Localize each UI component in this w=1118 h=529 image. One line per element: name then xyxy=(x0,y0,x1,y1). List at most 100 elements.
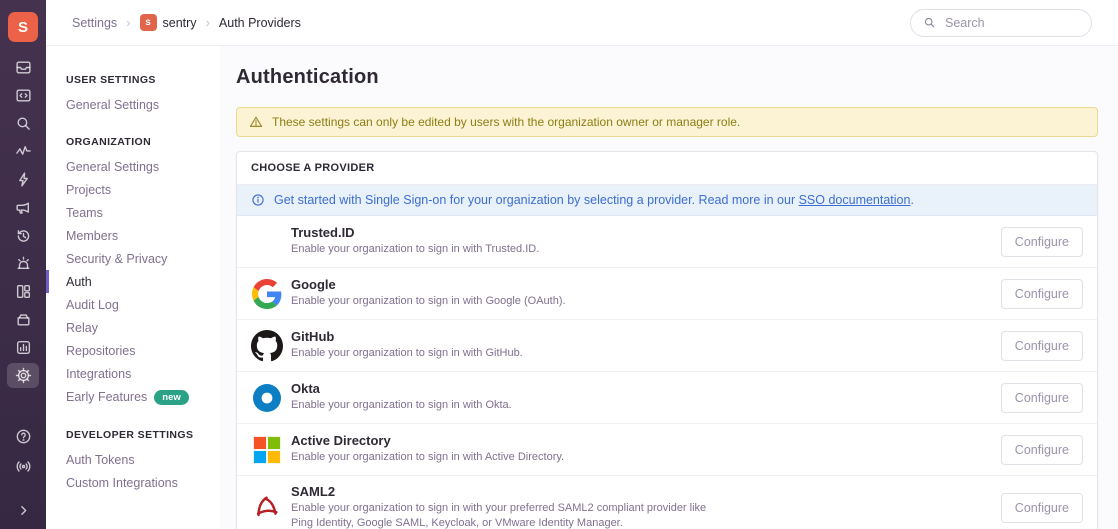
configure-button[interactable]: Configure xyxy=(1001,227,1083,257)
sidebar-item-members[interactable]: Members xyxy=(46,224,220,247)
sidebar-item-teams[interactable]: Teams xyxy=(46,201,220,224)
warning-text: These settings can only be edited by use… xyxy=(272,115,740,129)
releases-icon[interactable] xyxy=(7,307,39,332)
search-icon[interactable] xyxy=(7,111,39,136)
org-avatar: s xyxy=(140,14,157,31)
main-content: Authentication These settings can only b… xyxy=(220,46,1118,529)
sso-documentation-link[interactable]: SSO documentation xyxy=(799,193,911,207)
quick-start-icon[interactable] xyxy=(7,167,39,192)
performance-icon[interactable] xyxy=(7,139,39,164)
provider-row: Okta Enable your organization to sign in … xyxy=(237,372,1097,424)
active-directory-logo-icon xyxy=(251,434,283,466)
google-logo-icon xyxy=(251,278,283,310)
broadcast-icon[interactable] xyxy=(7,454,39,479)
provider-name: GitHub xyxy=(291,329,523,344)
breadcrumb-item[interactable]: Settings xyxy=(72,16,117,30)
rail-main-nav xyxy=(7,55,39,388)
sidebar-item-label: Teams xyxy=(66,206,103,220)
sidebar-item-label: Audit Log xyxy=(66,298,119,312)
configure-button[interactable]: Configure xyxy=(1001,383,1083,413)
provider-name: Google xyxy=(291,277,566,292)
sidebar-item-security-privacy[interactable]: Security & Privacy xyxy=(46,247,220,270)
page-title: Authentication xyxy=(236,66,1098,89)
breadcrumb-separator: › xyxy=(206,15,210,30)
sidebar-item-auth[interactable]: Auth xyxy=(46,270,220,293)
search-input[interactable] xyxy=(943,15,1079,31)
provider-row: Google Enable your organization to sign i… xyxy=(237,268,1097,320)
provider-description: Enable your organization to sign in with… xyxy=(291,294,566,309)
search-box[interactable] xyxy=(910,9,1092,37)
provider-row: Trusted.ID Enable your organization to si… xyxy=(237,216,1097,268)
provider-list: Trusted.ID Enable your organization to si… xyxy=(237,216,1097,529)
provider-description: Enable your organization to sign in with… xyxy=(291,346,523,361)
configure-button[interactable]: Configure xyxy=(1001,331,1083,361)
sidebar-item-label: General Settings xyxy=(66,98,159,112)
provider-row: GitHub Enable your organization to sign i… xyxy=(237,320,1097,372)
provider-name: Active Directory xyxy=(291,433,564,448)
breadcrumb-item[interactable]: Auth Providers xyxy=(219,16,301,30)
sidebar-item-general-settings[interactable]: General Settings xyxy=(46,93,220,116)
sidebar-item-audit-log[interactable]: Audit Log xyxy=(46,293,220,316)
configure-button[interactable]: Configure xyxy=(1001,435,1083,465)
provider-name: Trusted.ID xyxy=(291,225,539,240)
sidebar-item-custom-integrations[interactable]: Custom Integrations xyxy=(46,471,220,494)
configure-button[interactable]: Configure xyxy=(1001,493,1083,523)
panel-header: CHOOSE A PROVIDER xyxy=(237,152,1097,185)
collapse-icon[interactable] xyxy=(7,498,39,523)
feedback-icon[interactable] xyxy=(7,195,39,220)
provider-description: Enable your organization to sign in with… xyxy=(291,398,512,413)
sidebar-item-label: Members xyxy=(66,229,118,243)
sidebar-item-label: Integrations xyxy=(66,367,131,381)
sidebar-item-label: Auth xyxy=(66,275,92,289)
saml2-logo-icon xyxy=(251,492,283,524)
okta-logo-icon xyxy=(251,382,283,414)
provider-row: Active Directory Enable your organization… xyxy=(237,424,1097,476)
sidebar-item-projects[interactable]: Projects xyxy=(46,178,220,201)
provider-description: Enable your organization to sign in with… xyxy=(291,450,564,465)
sidebar-item-label: Early Features xyxy=(66,390,147,404)
breadcrumb-label: Settings xyxy=(72,16,117,30)
icon-rail: S xyxy=(0,0,46,529)
info-icon xyxy=(251,193,265,207)
stats-icon[interactable] xyxy=(7,335,39,360)
nav-section-title: ORGANIZATION xyxy=(46,136,220,148)
settings-icon[interactable] xyxy=(7,363,39,388)
sidebar-item-repositories[interactable]: Repositories xyxy=(46,339,220,362)
provider-name: Okta xyxy=(291,381,512,396)
topbar: Settings › ssentry › Auth Providers xyxy=(46,0,1118,46)
settings-sidebar: USER SETTINGSGeneral SettingsORGANIZATIO… xyxy=(46,46,220,529)
sidebar-item-label: Auth Tokens xyxy=(66,453,135,467)
sentry-logo[interactable]: S xyxy=(8,12,38,42)
blank-logo-icon xyxy=(251,226,283,258)
provider-description: Enable your organization to sign in with… xyxy=(291,501,731,529)
sidebar-item-label: General Settings xyxy=(66,160,159,174)
breadcrumb: Settings › ssentry › Auth Providers xyxy=(72,14,301,31)
replays-icon[interactable] xyxy=(7,223,39,248)
dashboards-icon[interactable] xyxy=(7,279,39,304)
alerts-icon[interactable] xyxy=(7,251,39,276)
sidebar-item-general-settings[interactable]: General Settings xyxy=(46,155,220,178)
warning-banner: These settings can only be edited by use… xyxy=(236,107,1098,137)
sidebar-item-relay[interactable]: Relay xyxy=(46,316,220,339)
breadcrumb-label: sentry xyxy=(163,16,197,30)
sidebar-item-integrations[interactable]: Integrations xyxy=(46,362,220,385)
choose-provider-panel: CHOOSE A PROVIDER Get started with Singl… xyxy=(236,151,1098,529)
breadcrumb-label: Auth Providers xyxy=(219,16,301,30)
projects-icon[interactable] xyxy=(7,83,39,108)
breadcrumb-item[interactable]: ssentry xyxy=(140,14,197,31)
sidebar-item-early-features[interactable]: Early Features new xyxy=(46,385,220,409)
sidebar-item-label: Repositories xyxy=(66,344,135,358)
breadcrumb-separator: › xyxy=(126,15,130,30)
sentry-logo-letter: S xyxy=(18,19,28,36)
provider-description: Enable your organization to sign in with… xyxy=(291,242,539,257)
provider-name: SAML2 xyxy=(291,484,731,499)
issues-icon[interactable] xyxy=(7,55,39,80)
configure-button[interactable]: Configure xyxy=(1001,279,1083,309)
sidebar-item-label: Custom Integrations xyxy=(66,476,178,490)
info-banner: Get started with Single Sign-on for your… xyxy=(237,185,1097,216)
help-icon[interactable] xyxy=(7,424,39,449)
github-logo-icon xyxy=(251,330,283,362)
sidebar-item-auth-tokens[interactable]: Auth Tokens xyxy=(46,448,220,471)
sidebar-item-label: Relay xyxy=(66,321,98,335)
new-badge: new xyxy=(154,390,188,405)
